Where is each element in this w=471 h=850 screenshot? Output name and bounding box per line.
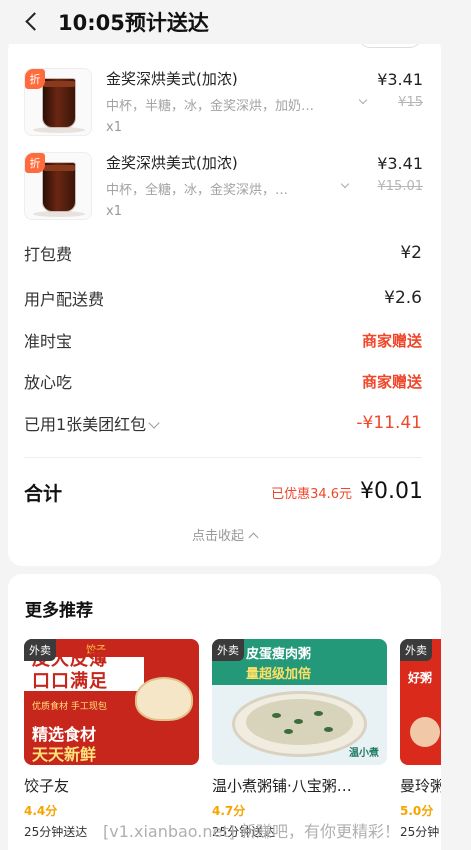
redpacket-label-wrap: 已用1张美团红包	[24, 411, 160, 435]
fee-label: 用户配送费	[24, 290, 105, 309]
back-arrow-icon[interactable]	[22, 11, 44, 33]
product-image: 折	[24, 152, 92, 220]
recommend-card: 更多推荐 外卖 饺子 皮大皮薄 口口满足 优质食材 手工现包 精选食材 天天新鲜…	[8, 574, 441, 850]
poster-text: 量超级加倍	[246, 667, 312, 682]
collapse-label: 点击收起	[191, 529, 244, 544]
poster-brand: 温小煮	[349, 748, 379, 759]
redpacket-row[interactable]: 已用1张美团红包 -¥11.41	[24, 410, 422, 436]
total-label: 合计	[24, 483, 63, 505]
discount-badge: 折	[25, 153, 45, 173]
delivery-fee-row: 用户配送费 ¥2.6	[24, 285, 422, 311]
packaging-fee-row: 打包费 ¥2	[24, 240, 422, 266]
poster-text: 皮蛋瘦肉粥	[246, 647, 312, 662]
collapse-button[interactable]: 点击收起	[8, 525, 441, 544]
item-name: 金奖深烘美式(加浓)	[106, 70, 238, 88]
store-poster-image: 外卖 好粥	[400, 639, 441, 765]
topping-dot	[272, 713, 281, 718]
avatar	[410, 717, 440, 747]
fee-value: 商家赠送	[361, 372, 422, 391]
fee-label: 打包费	[24, 245, 73, 264]
ontime-guarantee-row: 准时宝 商家赠送	[24, 327, 422, 353]
recommend-item[interactable]: 外卖 好粥 曼玲粥 5.0分 25分钟	[400, 639, 441, 840]
poster-text: 天天新鲜	[32, 745, 97, 764]
item-spec: 中杯，半糖，冰，金奖深烘，加奶…	[106, 99, 315, 114]
store-score: 4.7分	[212, 804, 246, 818]
store-name: 温小煮粥铺·八宝粥…	[212, 777, 352, 795]
chevron-up-icon	[248, 532, 259, 543]
delivery-tag: 外卖	[400, 639, 432, 661]
redpacket-label: 已用1张美团红包	[24, 415, 147, 434]
topping-dot	[314, 711, 323, 716]
store-poster-image: 外卖 饺子 皮大皮薄 口口满足 优质食材 手工现包 精选食材 天天新鲜	[24, 639, 199, 765]
poster-text: 好粥	[408, 671, 433, 685]
item-qty: x1	[106, 120, 122, 135]
dumpling-icon	[135, 677, 193, 721]
poster-text: 口口满足	[32, 671, 108, 692]
store-poster-image: 外卖 皮蛋瘦肉粥 量超级加倍 温小煮	[212, 639, 387, 765]
section-title: 更多推荐	[25, 601, 93, 621]
fee-value: ¥2.6	[384, 288, 422, 308]
store-eta: 25分钟	[400, 825, 440, 839]
total-amount: ¥0.01	[360, 479, 423, 504]
item-price: ¥3.41	[377, 154, 423, 173]
topping-dot	[284, 729, 293, 734]
order-detail-card: 折 金奖深烘美式(加浓) 中杯，半糖，冰，金奖深烘，加奶… x1 ¥3.41 ¥…	[8, 36, 441, 566]
page-title: 10:05预计送达	[58, 11, 209, 35]
delivery-tag: 外卖	[24, 639, 56, 661]
recommend-item[interactable]: 外卖 饺子 皮大皮薄 口口满足 优质食材 手工现包 精选食材 天天新鲜 饺子友 …	[24, 639, 199, 840]
poster-text: 优质食材 手工现包	[32, 702, 107, 712]
total-amount-group: 已优惠34.6元 ¥0.01	[271, 479, 423, 504]
item-spec: 中杯，全糖，冰，金奖深烘，…	[106, 183, 289, 198]
chevron-down-icon[interactable]	[340, 181, 350, 191]
store-name: 曼玲粥	[400, 777, 441, 795]
delivery-tag: 外卖	[212, 639, 244, 661]
safe-eat-row: 放心吃 商家赠送	[24, 368, 422, 394]
store-score: 5.0分	[400, 804, 434, 818]
product-image: 折	[24, 68, 92, 136]
saved-amount: 已优惠34.6元	[271, 487, 353, 502]
redpacket-value: -¥11.41	[356, 413, 422, 433]
recommend-item[interactable]: 外卖 皮蛋瘦肉粥 量超级加倍 温小煮 温小煮粥铺·八宝粥… 4.7分 25分钟送…	[212, 639, 387, 840]
order-item: 折 金奖深烘美式(加浓) 中杯，半糖，冰，金奖深烘，加奶… x1 ¥3.41 ¥…	[8, 68, 441, 148]
top-bar: 10:05预计送达	[0, 0, 471, 44]
item-price: ¥3.41	[377, 70, 423, 89]
store-name: 饺子友	[24, 777, 70, 795]
item-original-price: ¥15.01	[377, 179, 424, 194]
order-item: 折 金奖深烘美式(加浓) 中杯，全糖，冰，金奖深烘，… x1 ¥3.41 ¥15…	[8, 152, 441, 232]
chevron-down-icon	[148, 417, 160, 429]
topping-dot	[294, 719, 303, 724]
discount-badge: 折	[25, 69, 45, 89]
chevron-down-icon[interactable]	[358, 97, 368, 107]
fee-value: 商家赠送	[361, 331, 422, 350]
watermark: [v1.xianbao.net] 新赚吧，有你更精彩！	[103, 822, 400, 841]
fee-label: 准时宝	[24, 332, 73, 351]
item-name: 金奖深烘美式(加浓)	[106, 154, 238, 172]
fee-label: 放心吃	[24, 373, 73, 392]
item-qty: x1	[106, 204, 122, 219]
topping-dot	[324, 727, 333, 732]
item-original-price: ¥15	[398, 95, 423, 110]
divider	[24, 457, 422, 458]
fee-value: ¥2	[400, 243, 422, 263]
store-score: 4.4分	[24, 804, 58, 818]
